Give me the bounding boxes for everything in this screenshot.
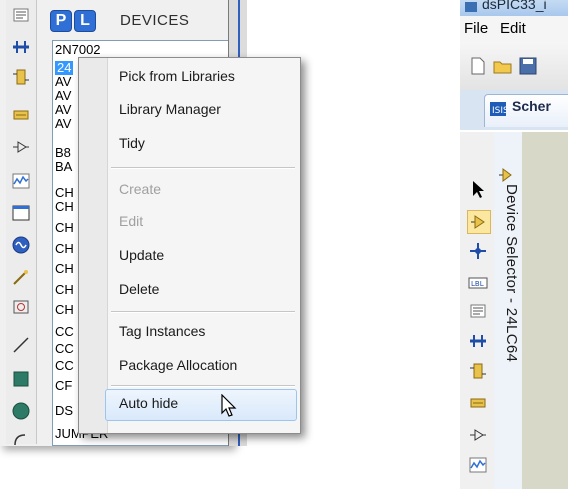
list-item[interactable]: CH	[55, 221, 74, 235]
bus-icon[interactable]	[9, 36, 33, 58]
list-item[interactable]: CH	[55, 242, 74, 256]
mouse-cursor-icon	[221, 394, 237, 417]
list-item-selected[interactable]: 24	[55, 61, 74, 75]
terminal-icon[interactable]	[9, 104, 33, 126]
virtual-instrument-icon[interactable]	[9, 296, 33, 318]
schematic-canvas[interactable]	[522, 132, 568, 489]
menu-item-auto-hide[interactable]: Auto hide	[119, 395, 178, 411]
tool-strip	[6, 0, 37, 446]
port-icon[interactable]	[9, 136, 33, 158]
new-file-icon[interactable]	[468, 56, 488, 76]
graph-icon[interactable]	[467, 454, 489, 476]
menu-separator	[111, 385, 295, 387]
list-item[interactable]: CC	[55, 342, 74, 356]
circle-icon[interactable]	[9, 400, 33, 422]
arc-icon[interactable]	[9, 428, 33, 450]
list-item[interactable]: CC	[55, 325, 74, 339]
menu-item-update[interactable]: Update	[119, 247, 164, 263]
menu-separator	[111, 167, 295, 169]
generator-icon[interactable]	[9, 234, 33, 256]
app-icon	[465, 2, 477, 12]
text-script-icon[interactable]	[467, 300, 489, 322]
subcircuit-icon[interactable]	[9, 66, 33, 88]
open-folder-icon[interactable]	[492, 56, 514, 76]
list-item[interactable]: CH	[55, 200, 74, 214]
list-item[interactable]: DS	[55, 404, 73, 418]
port-icon[interactable]	[467, 424, 489, 446]
list-item[interactable]: CH	[55, 303, 74, 317]
label-icon[interactable]: LBL	[467, 272, 489, 294]
menu-separator	[111, 311, 295, 313]
devices-header: P L DEVICES	[42, 6, 230, 38]
menu-item-package-allocation[interactable]: Package Allocation	[119, 357, 237, 373]
tape-recorder-icon[interactable]	[9, 202, 33, 224]
menu-gutter	[79, 58, 108, 433]
menu-bar: File Edit	[460, 16, 568, 43]
list-item[interactable]: B8	[55, 146, 71, 160]
svg-text:LBL: LBL	[471, 280, 484, 288]
toolbar	[460, 42, 568, 91]
pick-button[interactable]: P	[50, 10, 72, 32]
subcircuit-icon[interactable]	[467, 360, 489, 382]
device-selector-label: Device Selector - 24LC64	[503, 184, 520, 363]
line-icon[interactable]	[9, 334, 33, 356]
context-menu: Pick from Libraries Library Manager Tidy…	[78, 57, 301, 434]
tab-schematic-label: Scher	[512, 98, 551, 114]
list-item[interactable]: CH	[55, 262, 74, 276]
right-tool-strip: LBL	[460, 132, 495, 489]
menu-item-tidy[interactable]: Tidy	[119, 135, 145, 151]
bus-icon[interactable]	[467, 330, 489, 352]
window-title: dsPIC33_i	[482, 0, 547, 12]
right-panel: dsPIC33_i File Edit ISIS Scher LBL Devic…	[460, 0, 568, 489]
window-titlebar: dsPIC33_i	[460, 0, 568, 16]
junction-icon[interactable]	[467, 240, 489, 262]
list-item[interactable]: AV	[55, 89, 71, 103]
list-item[interactable]: 2N7002	[55, 43, 101, 57]
menu-item-pick-from-libraries[interactable]: Pick from Libraries	[119, 68, 235, 84]
menu-item-create[interactable]: Create	[119, 181, 161, 197]
list-item[interactable]: CH	[55, 186, 74, 200]
list-item[interactable]: CH	[55, 283, 74, 297]
graph-icon[interactable]	[9, 170, 33, 192]
menu-item-tag-instances[interactable]: Tag Instances	[119, 323, 205, 339]
probe-icon[interactable]	[9, 266, 33, 288]
schematic-icon: ISIS	[490, 102, 506, 116]
list-item[interactable]: CF	[55, 379, 72, 393]
text-script-icon[interactable]	[9, 4, 33, 26]
component-icon	[499, 168, 512, 182]
save-icon[interactable]	[518, 56, 538, 76]
menu-item-library-manager[interactable]: Library Manager	[119, 101, 221, 117]
menu-edit[interactable]: Edit	[500, 20, 526, 37]
library-button[interactable]: L	[74, 10, 96, 32]
list-item[interactable]: AV	[55, 103, 71, 117]
list-item[interactable]: BA	[55, 160, 72, 174]
tab-bar: ISIS Scher	[460, 90, 568, 130]
component-icon[interactable]	[467, 210, 491, 234]
list-item[interactable]: CC	[55, 359, 74, 373]
box-icon[interactable]	[9, 368, 33, 390]
selection-arrow-icon[interactable]	[467, 178, 489, 200]
list-item[interactable]: AV	[55, 75, 71, 89]
devices-title: DEVICES	[120, 12, 190, 29]
menu-file[interactable]: File	[464, 20, 488, 37]
terminal-icon[interactable]	[467, 392, 489, 414]
menu-item-edit[interactable]: Edit	[119, 213, 143, 229]
list-item[interactable]: AV	[55, 117, 71, 131]
menu-item-delete[interactable]: Delete	[119, 281, 159, 297]
svg-text:ISIS: ISIS	[492, 106, 506, 116]
